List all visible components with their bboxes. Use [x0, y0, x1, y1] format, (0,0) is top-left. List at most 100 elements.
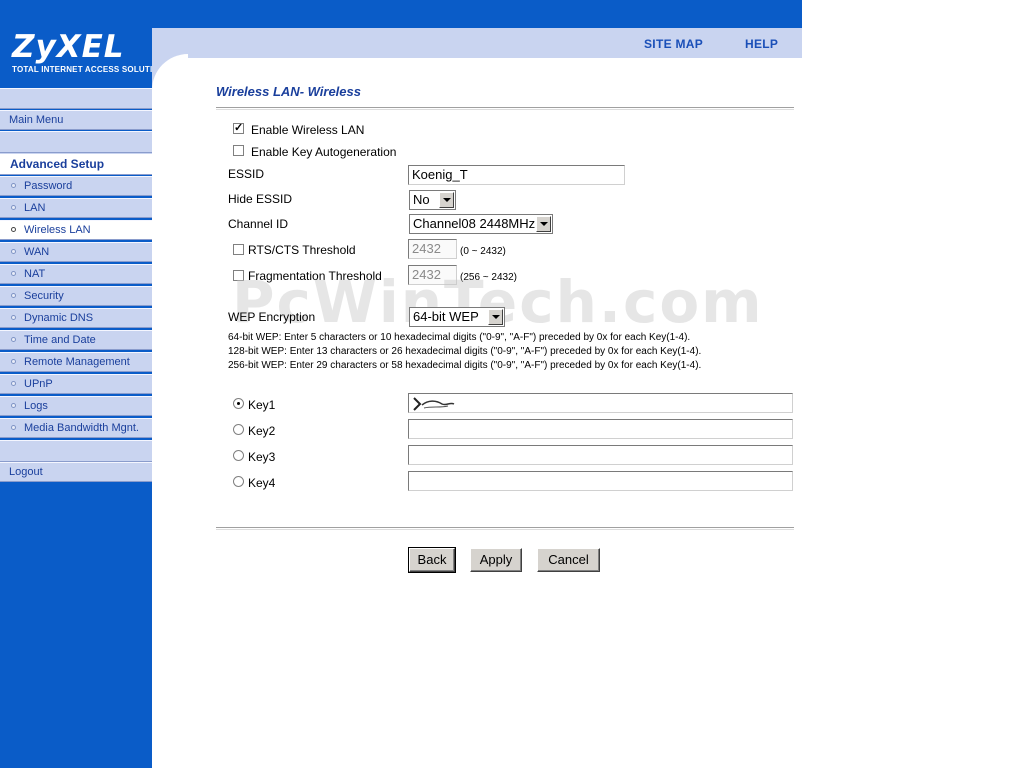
logo-text: ZyXEL [12, 29, 125, 65]
sidebar: ZyXEL Total Internet Access Solution Mai… [0, 0, 165, 768]
key2-input[interactable] [408, 419, 793, 439]
channel-label: Channel ID [228, 217, 289, 231]
hide-essid-value: No [413, 192, 430, 207]
sidebar-item-wan[interactable]: WAN [0, 242, 152, 262]
frag-range: (256 ~ 2432) [460, 272, 517, 283]
header-band [152, 28, 802, 58]
sidebar-item-upnp[interactable]: UPnP [0, 374, 152, 394]
wep-value: 64-bit WEP [413, 309, 479, 324]
sidebar-item-label: UPnP [24, 378, 53, 390]
nav-spacer-2 [0, 131, 152, 153]
enable-wireless-checkbox[interactable] [233, 121, 244, 134]
sidebar-item-remote-management[interactable]: Remote Management [0, 352, 152, 372]
bullet-icon [11, 205, 16, 210]
hide-essid-select[interactable]: No [409, 190, 456, 210]
chevron-down-icon [439, 192, 454, 208]
apply-button[interactable]: Apply [470, 548, 522, 572]
sidebar-item-label: Main Menu [9, 114, 64, 126]
sidebar-item-label: WAN [24, 246, 50, 258]
rts-label: RTS/CTS Threshold [248, 243, 356, 257]
sidebar-item-label: Password [24, 180, 73, 192]
sidebar-item-logout[interactable]: Logout [0, 462, 152, 482]
sidebar-item-dynamic-dns[interactable]: Dynamic DNS [0, 308, 152, 328]
key1-label: Key1 [248, 398, 276, 412]
bullet-icon [11, 293, 16, 298]
chevron-down-icon [536, 216, 551, 232]
page-title: Wireless LAN- Wireless [216, 84, 361, 99]
sidebar-item-label: Media Bandwidth Mgnt. [24, 422, 139, 434]
sidebar-item-label: Remote Management [24, 356, 130, 368]
channel-value: Channel08 2448MHz [413, 216, 536, 231]
rts-input[interactable]: 2432 [408, 239, 457, 259]
bullet-icon [11, 227, 16, 232]
bullet-icon [11, 315, 16, 320]
sidebar-item-logs[interactable]: Logs [0, 396, 152, 416]
zyxel-logo: ZyXEL Total Internet Access Solution [12, 29, 165, 74]
wep-note-128: 128-bit WEP: Enter 13 characters or 26 h… [228, 346, 702, 357]
wep-select[interactable]: 64-bit WEP [409, 307, 505, 327]
back-button[interactable]: Back [408, 547, 456, 573]
wep-note-256: 256-bit WEP: Enter 29 characters or 58 h… [228, 360, 702, 371]
key-autogen-checkbox[interactable] [233, 145, 244, 156]
bullet-icon [11, 403, 16, 408]
sidebar-item-wireless-lan[interactable]: Wireless LAN [0, 220, 152, 240]
bullet-icon [11, 183, 16, 188]
site-map-link[interactable]: SITE MAP [644, 37, 703, 51]
rts-checkbox[interactable] [233, 244, 244, 255]
bullet-icon [11, 337, 16, 342]
nav-spacer-top [0, 88, 152, 109]
sidebar-item-label: Security [24, 290, 64, 302]
chevron-down-icon [488, 309, 503, 325]
key2-radio[interactable] [233, 424, 244, 435]
frag-input[interactable]: 2432 [408, 265, 457, 285]
cancel-button[interactable]: Cancel [537, 548, 600, 572]
sidebar-item-main-menu[interactable]: Main Menu [0, 110, 152, 130]
section-header-label: Advanced Setup [10, 157, 105, 171]
key1-radio[interactable] [233, 398, 244, 409]
sidebar-item-media-bandwidth[interactable]: Media Bandwidth Mgnt. [0, 418, 152, 438]
wep-note-64: 64-bit WEP: Enter 5 characters or 10 hex… [228, 332, 691, 343]
key3-label: Key3 [248, 450, 276, 464]
essid-label: ESSID [228, 167, 265, 181]
sidebar-item-nat[interactable]: NAT [0, 264, 152, 284]
sidebar-item-label: Time and Date [24, 334, 96, 346]
bullet-icon [11, 271, 16, 276]
frag-label: Fragmentation Threshold [248, 269, 382, 283]
channel-select[interactable]: Channel08 2448MHz [409, 214, 553, 234]
divider-top [216, 107, 794, 109]
bullet-icon [11, 359, 16, 364]
key4-label: Key4 [248, 476, 276, 490]
sidebar-item-password[interactable]: Password [0, 176, 152, 196]
sidebar-item-security[interactable]: Security [0, 286, 152, 306]
sidebar-item-label: LAN [24, 202, 46, 214]
bullet-icon [11, 381, 16, 386]
key2-label: Key2 [248, 424, 276, 438]
key3-input[interactable] [408, 445, 793, 465]
nav-spacer-3 [0, 440, 152, 462]
frag-checkbox[interactable] [233, 270, 244, 281]
bullet-icon [11, 249, 16, 254]
sidebar-item-label: Logs [24, 400, 48, 412]
essid-input[interactable]: Koenig_T [408, 165, 625, 185]
key3-radio[interactable] [233, 450, 244, 461]
top-bar [152, 0, 802, 28]
key1-input[interactable] [408, 393, 793, 413]
key4-radio[interactable] [233, 476, 244, 487]
sidebar-item-label: Logout [9, 466, 43, 478]
rts-range: (0 ~ 2432) [460, 246, 506, 257]
key-autogen-label: Enable Key Autogeneration [251, 145, 397, 159]
enable-wireless-label: Enable Wireless LAN [251, 123, 365, 137]
browser-empty-area [802, 0, 1022, 768]
section-header-advanced-setup: Advanced Setup [0, 153, 152, 175]
sidebar-item-label: Wireless LAN [24, 224, 91, 236]
sidebar-item-lan[interactable]: LAN [0, 198, 152, 218]
bullet-icon [11, 425, 16, 430]
key4-input[interactable] [408, 471, 793, 491]
hide-essid-label: Hide ESSID [228, 192, 293, 206]
cursor-scribble-icon [413, 397, 455, 411]
sidebar-item-time-and-date[interactable]: Time and Date [0, 330, 152, 350]
divider-bottom [216, 527, 794, 529]
sidebar-item-label: NAT [24, 268, 46, 280]
wep-label: WEP Encryption [228, 310, 316, 324]
help-link[interactable]: HELP [745, 37, 778, 51]
